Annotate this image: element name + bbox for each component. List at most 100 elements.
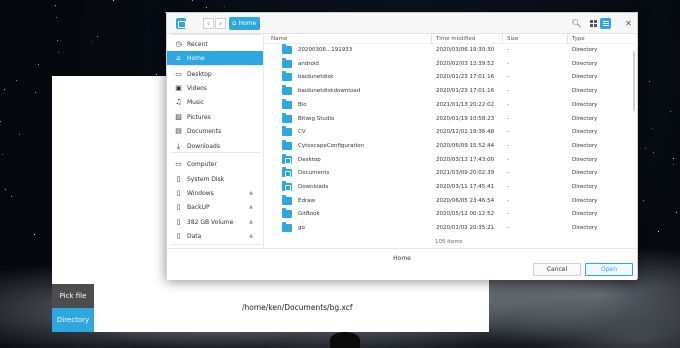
- sidebar-item-data[interactable]: ▯ Data ▲: [167, 229, 263, 243]
- star: [16, 80, 17, 81]
- folder-icon: [282, 181, 292, 191]
- file-time-modified: 2020/03/06 19:30:30: [436, 47, 495, 53]
- eject-icon[interactable]: ▲: [249, 190, 253, 196]
- file-row[interactable]: Edraw 2020/06/05 23:46:54 - Directory: [265, 194, 638, 208]
- selected-path-label: /home/ken/Documents/bg.xcf: [242, 303, 353, 312]
- file-size: -: [507, 129, 509, 136]
- eject-icon[interactable]: ▲: [249, 233, 253, 239]
- eject-icon[interactable]: ▲: [249, 219, 253, 225]
- file-name: CV: [298, 129, 306, 136]
- file-name: baidunetdisk: [298, 74, 334, 81]
- sidebar-item-pictures[interactable]: ▨ Pictures: [167, 110, 263, 124]
- star: [5, 189, 6, 190]
- close-icon[interactable]: ✕: [623, 18, 634, 29]
- sidebar-item-home[interactable]: ⌂ Home: [167, 51, 263, 65]
- open-button[interactable]: Open: [585, 263, 633, 276]
- sidebar-item-music[interactable]: ♫ Music: [167, 95, 263, 109]
- file-time-modified: 2020/12/01 19:36:48: [436, 129, 495, 136]
- folder-icon: [282, 222, 292, 233]
- star: [55, 5, 56, 6]
- file-row[interactable]: baidunetdiskdownload 2020/01/23 17:01:16 -…: [265, 84, 638, 98]
- file-row[interactable]: go 2020/01/02 20:35:21 - Directory: [265, 221, 638, 235]
- file-row[interactable]: Desktop 2020/03/12 17:43:00 - Directory: [265, 153, 638, 167]
- file-name: baidunetdiskdownload: [298, 88, 361, 95]
- file-size: -: [507, 74, 509, 81]
- music-icon: ♫: [175, 97, 182, 106]
- cancel-button[interactable]: Cancel: [533, 263, 581, 276]
- folder-icon: [282, 85, 292, 96]
- sidebar-divider: [171, 244, 261, 245]
- sidebar-item-recent[interactable]: ◷ Recent: [167, 37, 263, 51]
- home-icon: ⌂: [176, 53, 181, 62]
- desktop-icon: ▭: [175, 69, 182, 78]
- forward-button[interactable]: ›: [215, 18, 226, 29]
- file-size: -: [507, 225, 509, 232]
- scrollbar[interactable]: [633, 51, 635, 111]
- back-button[interactable]: ‹: [203, 18, 214, 29]
- list-view-icon[interactable]: [600, 18, 611, 29]
- star: [113, 0, 114, 1]
- file-name: Documents: [298, 170, 330, 177]
- star: [224, 6, 225, 7]
- breadcrumb-home[interactable]: ⌂ Home: [229, 17, 261, 30]
- sidebar-item-382-gb-volume[interactable]: ▯ 382 GB Volume ▲: [167, 215, 263, 229]
- sidebar-item-desktop[interactable]: ▭ Desktop: [167, 67, 263, 81]
- pick-file-button[interactable]: Pick file: [52, 284, 94, 308]
- column-size[interactable]: Size: [507, 36, 518, 42]
- disk-icon: ▯: [176, 188, 181, 197]
- file-type: Directory: [572, 115, 598, 122]
- file-time-modified: 2020/03/11 17:45:41: [436, 184, 495, 190]
- file-row[interactable]: android 2020/02/03 12:39:52 - Directory: [265, 57, 638, 71]
- sidebar-item-backup[interactable]: ▯ BackUP ▲: [167, 200, 263, 214]
- item-count: 105 items: [435, 239, 463, 245]
- file-size: -: [507, 60, 509, 67]
- file-row[interactable]: baidunetdisk 2020/01/23 17:01:16 - Director…: [265, 70, 638, 84]
- file-row[interactable]: GitBook 2020/05/12 00:12:52 - Directory: [265, 207, 638, 221]
- file-type: Directory: [572, 88, 598, 95]
- file-time-modified: 2021/03/09 20:02:39: [436, 170, 495, 177]
- sidebar-item-label: Recent: [187, 40, 208, 48]
- eject-icon[interactable]: ▲: [249, 204, 253, 210]
- sidebar-item-label: Data: [187, 232, 202, 240]
- file-type: Directory: [572, 170, 598, 177]
- grid-view-icon[interactable]: [588, 18, 599, 29]
- file-name: 20200306...191933: [298, 47, 353, 53]
- file-row[interactable]: 20200306...191933 2020/03/06 19:30:30 - Dir…: [265, 43, 638, 57]
- sidebar-item-label: Documents: [187, 127, 222, 135]
- computer-icon: ▭: [175, 159, 182, 168]
- file-time-modified: 2021/01/13 20:22:02: [436, 101, 495, 108]
- search-icon[interactable]: 🔍︎: [571, 18, 582, 29]
- sidebar-item-computer[interactable]: ▭ Computer: [167, 157, 263, 171]
- column-name[interactable]: Name: [271, 36, 287, 42]
- tree-silhouette: [330, 332, 360, 348]
- column-time-modified[interactable]: Time modified: [436, 36, 475, 42]
- file-type: Directory: [572, 225, 598, 232]
- sidebar-item-videos[interactable]: ▣ Videos: [167, 81, 263, 95]
- file-name: Bio: [298, 101, 307, 108]
- column-type[interactable]: Type: [572, 36, 585, 42]
- file-name: Edraw: [298, 197, 316, 204]
- file-row[interactable]: Downloads 2020/03/11 17:45:41 - Directory: [265, 180, 638, 194]
- file-row[interactable]: Bio 2021/01/13 20:22:02 - Directory: [265, 98, 638, 112]
- breadcrumb-label: Home: [238, 20, 257, 27]
- file-row[interactable]: Bitwig Studio 2020/01/19 10:58:23 - Directo…: [265, 112, 638, 126]
- file-size: -: [507, 101, 509, 108]
- folder-icon: [282, 126, 292, 137]
- file-time-modified: 2020/05/12 00:12:52: [436, 211, 495, 218]
- file-type: Directory: [572, 101, 598, 108]
- sidebar-item-downloads[interactable]: ⤓ Downloads: [167, 139, 263, 153]
- sidebar-item-documents[interactable]: ▤ Documents: [167, 124, 263, 138]
- star: [192, 0, 193, 1]
- disk-icon: ▯: [176, 231, 181, 240]
- column-separator: [502, 35, 503, 43]
- folder-icon: [282, 194, 292, 205]
- folder-icon: [282, 112, 292, 123]
- file-row[interactable]: CytoscapeConfiguration 2020/06/09 15:52:4…: [265, 139, 638, 153]
- sidebar-divider: [171, 34, 261, 35]
- sidebar-item-windows[interactable]: ▯ Windows ▲: [167, 186, 263, 200]
- file-name: CytoscapeConfiguration: [298, 142, 365, 149]
- sidebar-item-system-disk[interactable]: ▯ System Disk: [167, 172, 263, 186]
- file-row[interactable]: Documents 2021/03/09 20:02:39 - Directory: [265, 166, 638, 180]
- file-row[interactable]: CV 2020/12/01 19:36:48 - Directory: [265, 125, 638, 139]
- directory-button[interactable]: Directory: [52, 308, 94, 332]
